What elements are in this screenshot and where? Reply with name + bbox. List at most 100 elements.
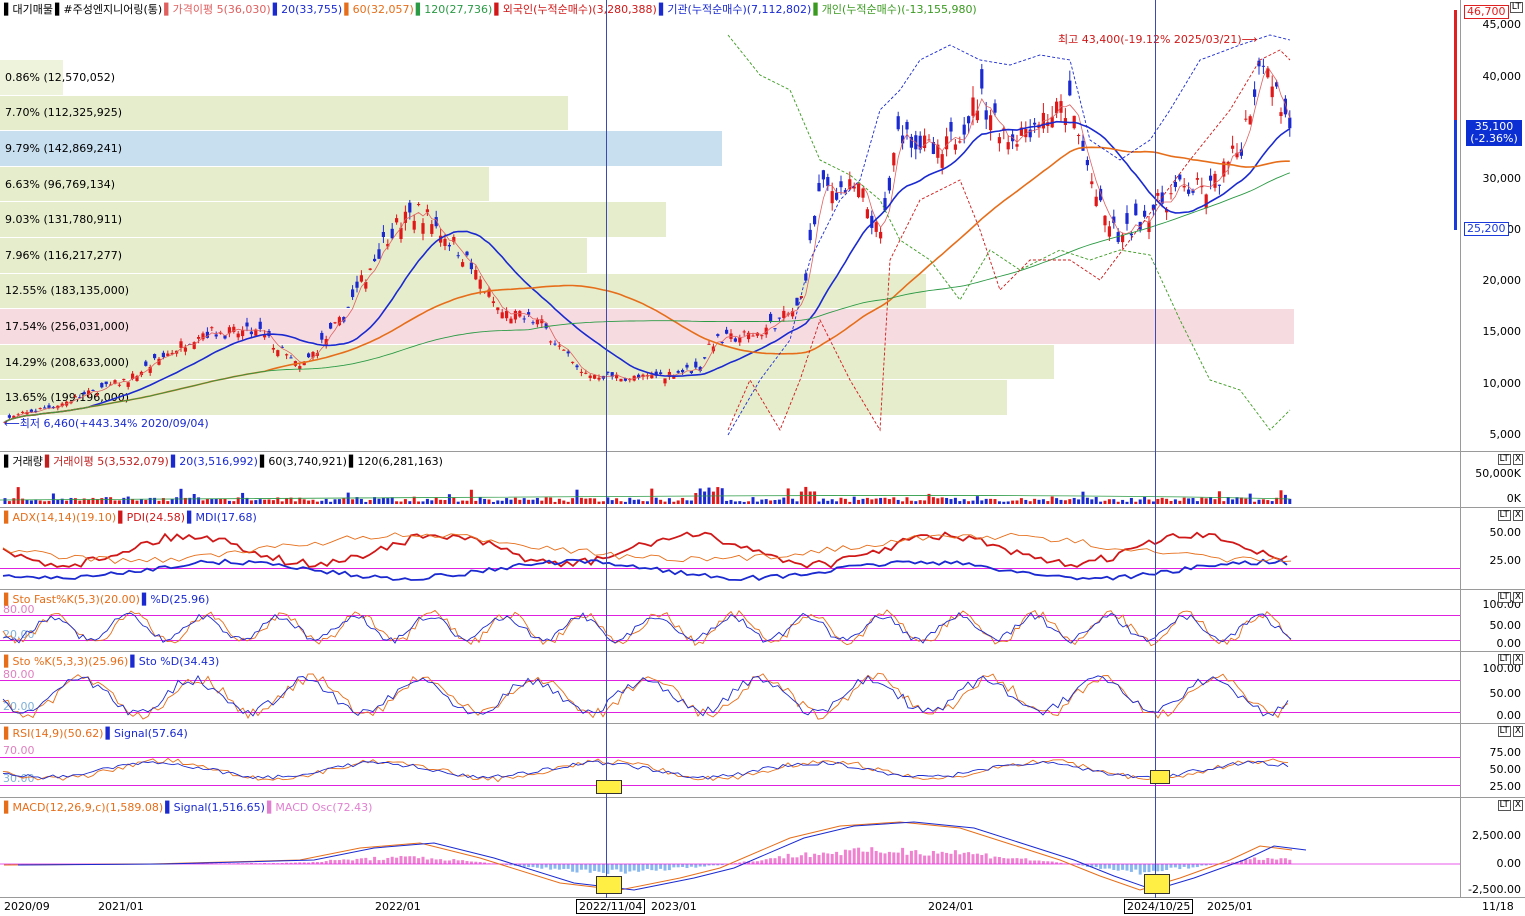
volume-pane[interactable]: ▌거래량 ▌거래이평 5(3,532,079) ▌20(3,516,992) ▌60(…	[0, 452, 1525, 508]
volume-bar	[210, 498, 214, 504]
legend-item[interactable]: ▌Signal(1,516.65)	[165, 801, 265, 814]
stochastic-fast-axis[interactable]: 100.00 50.00 0.00 LT X	[1460, 590, 1525, 651]
candle-body	[43, 407, 47, 409]
macd-osc-bar	[571, 864, 575, 872]
legend-item[interactable]: ▌60(3,740,921)	[260, 455, 347, 468]
stochastic-fast-pane[interactable]: 80.00 20.00 ▌Sto Fast%K(5,3)(20.00) ▌%D(2…	[0, 590, 1525, 652]
selected-date-label[interactable]: 2022/11/04	[576, 899, 646, 914]
legend-item[interactable]: ▌RSI(14,9)(50.62)	[4, 727, 103, 740]
date-marker-line[interactable]	[1155, 0, 1156, 898]
pane-controls[interactable]: LT X	[1496, 800, 1523, 811]
legend-item[interactable]: ▌MACD Osc(72.43)	[267, 801, 372, 814]
pane-controls[interactable]: LT X	[1496, 454, 1523, 465]
legend-item[interactable]: ▌20(33,755)	[273, 3, 343, 16]
pane-controls[interactable]: LT X	[1496, 510, 1523, 521]
pane-option-button[interactable]: LT	[1497, 592, 1511, 603]
date-marker-line[interactable]	[606, 0, 607, 898]
candle-body	[579, 371, 583, 373]
adx-pane[interactable]: ▌ADX(14,14)(19.10) ▌PDI(24.58) ▌MDI(17.68)…	[0, 508, 1525, 590]
legend-item[interactable]: ▌120(27,736)	[416, 3, 493, 16]
volume-bar	[1283, 494, 1287, 504]
volume-bar	[522, 498, 526, 504]
volume-plot[interactable]: ▌거래량 ▌거래이평 5(3,532,079) ▌20(3,516,992) ▌60(…	[0, 452, 1460, 507]
volume-bar	[1279, 490, 1283, 504]
pane-close-button[interactable]: X	[1512, 510, 1523, 521]
pane-close-button[interactable]: X	[1512, 454, 1523, 465]
volume-bar	[425, 498, 429, 504]
pane-close-button[interactable]: X	[1512, 654, 1523, 665]
pane-option-button[interactable]: LT	[1497, 726, 1511, 737]
candle-body	[421, 223, 425, 234]
legend-item[interactable]: ▌120(6,281,163)	[349, 455, 443, 468]
pane-close-button[interactable]: X	[1512, 800, 1523, 811]
volume-axis[interactable]: 50,000K 0K LT X	[1460, 452, 1525, 507]
candle-body	[593, 375, 597, 379]
macd-pane[interactable]: ▌MACD(12,26,9,c)(1,589.08) ▌Signal(1,516.…	[0, 798, 1525, 898]
stochastic-slow-plot[interactable]: 80.00 20.00 ▌Sto %K(5,3,3)(25.96) ▌Sto %D…	[0, 652, 1460, 723]
volume-bar	[100, 498, 104, 504]
legend-item[interactable]: ▌개인(누적순매수)(-13,155,980)	[813, 3, 976, 16]
price-plot[interactable]: 0.86% (12,570,052) 7.70% (112,325,925) 9.7…	[0, 0, 1460, 451]
volume-bar	[1002, 501, 1006, 504]
legend-item[interactable]: ▌Sto Fast%K(5,3)(20.00)	[4, 593, 140, 606]
legend-item[interactable]: ▌#주성엔지니어링(통)	[55, 3, 162, 16]
volume-bar	[1147, 499, 1151, 504]
volume-bar	[170, 499, 174, 504]
legend-item[interactable]: ▌%D(25.96)	[142, 593, 209, 606]
rsi-pane[interactable]: 70.00 30.00 ▌RSI(14,9)(50.62) ▌Signal(57.…	[0, 724, 1525, 798]
stochastic-slow-axis[interactable]: 100.00 50.00 0.00 LT X	[1460, 652, 1525, 723]
volume-bar	[1248, 493, 1252, 504]
macd-plot[interactable]: ▌MACD(12,26,9,c)(1,589.08) ▌Signal(1,516.…	[0, 798, 1460, 897]
legend-item[interactable]: ▌외국인(누적순매수)(3,280,388)	[494, 3, 657, 16]
legend-item[interactable]: ▌ADX(14,14)(19.10)	[4, 511, 116, 524]
legend-item[interactable]: ▌20(3,516,992)	[171, 455, 258, 468]
candle-body	[1015, 144, 1019, 147]
pane-controls[interactable]: LT	[1508, 2, 1523, 13]
volume-bar	[694, 493, 698, 504]
volume-bar	[311, 499, 315, 504]
legend-item[interactable]: ▌가격이평 5(36,030)	[164, 3, 271, 16]
adx-axis[interactable]: 50.00 25.00 LT X	[1460, 508, 1525, 589]
rsi-plot[interactable]: 70.00 30.00 ▌RSI(14,9)(50.62) ▌Signal(57.…	[0, 724, 1460, 797]
volume-bar	[447, 494, 451, 504]
pane-close-button[interactable]: X	[1512, 726, 1523, 737]
candle-body	[469, 262, 473, 270]
pane-option-button[interactable]: LT	[1497, 454, 1511, 465]
stochastic-slow-pane[interactable]: 80.00 20.00 ▌Sto %K(5,3,3)(25.96) ▌Sto %D…	[0, 652, 1525, 724]
legend-item[interactable]: ▌대기매물	[4, 3, 53, 16]
candle-body	[73, 396, 77, 398]
macd-osc-bar	[830, 853, 834, 864]
candle-body	[443, 238, 447, 246]
legend-item[interactable]: ▌거래이평 5(3,532,079)	[45, 455, 169, 468]
selected-date-label[interactable]: 2024/10/25	[1124, 899, 1194, 914]
legend-item[interactable]: ▌Sto %D(34.43)	[130, 655, 219, 668]
legend-item[interactable]: ▌60(32,057)	[344, 3, 414, 16]
pane-close-button[interactable]: X	[1512, 592, 1523, 603]
macd-osc-bar	[940, 851, 944, 864]
candle-body	[276, 350, 280, 357]
date-axis[interactable]: 2020/09 2021/01 2022/01 2022/11/04 2023/…	[0, 898, 1525, 916]
price-pane[interactable]: 0.86% (12,570,052) 7.70% (112,325,925) 9.7…	[0, 0, 1525, 452]
candle-body	[896, 116, 900, 130]
legend-item[interactable]: ▌PDI(24.58)	[118, 511, 185, 524]
pane-controls[interactable]: LT X	[1496, 592, 1523, 603]
pane-option-button[interactable]: LT	[1497, 800, 1511, 811]
pane-controls[interactable]: LT X	[1496, 654, 1523, 665]
adx-plot[interactable]: ▌ADX(14,14)(19.10) ▌PDI(24.58) ▌MDI(17.68)	[0, 508, 1460, 589]
pane-controls[interactable]: LT X	[1496, 726, 1523, 737]
legend-item[interactable]: ▌MACD(12,26,9,c)(1,589.08)	[4, 801, 163, 814]
rsi-axis[interactable]: 75.00 50.00 25.00 LT X	[1460, 724, 1525, 797]
pane-option-button[interactable]: LT	[1497, 510, 1511, 521]
stochastic-fast-plot[interactable]: 80.00 20.00 ▌Sto Fast%K(5,3)(20.00) ▌%D(2…	[0, 590, 1460, 651]
macd-axis[interactable]: 2,500.00 0.00 -2,500.00 LT X	[1460, 798, 1525, 897]
legend-item[interactable]: ▌거래량	[4, 455, 43, 468]
legend-item[interactable]: ▌기관(누적순매수)(7,112,802)	[659, 3, 811, 16]
macd-osc-bar	[1138, 864, 1142, 875]
legend-item[interactable]: ▌Sto %K(5,3,3)(25.96)	[4, 655, 128, 668]
pane-option-button[interactable]: LT	[1497, 654, 1511, 665]
pane-option-button[interactable]: LT	[1509, 2, 1523, 13]
volume-bar	[1143, 497, 1147, 504]
candle-body	[430, 224, 434, 234]
legend-item[interactable]: ▌Signal(57.64)	[105, 727, 187, 740]
legend-item[interactable]: ▌MDI(17.68)	[187, 511, 257, 524]
